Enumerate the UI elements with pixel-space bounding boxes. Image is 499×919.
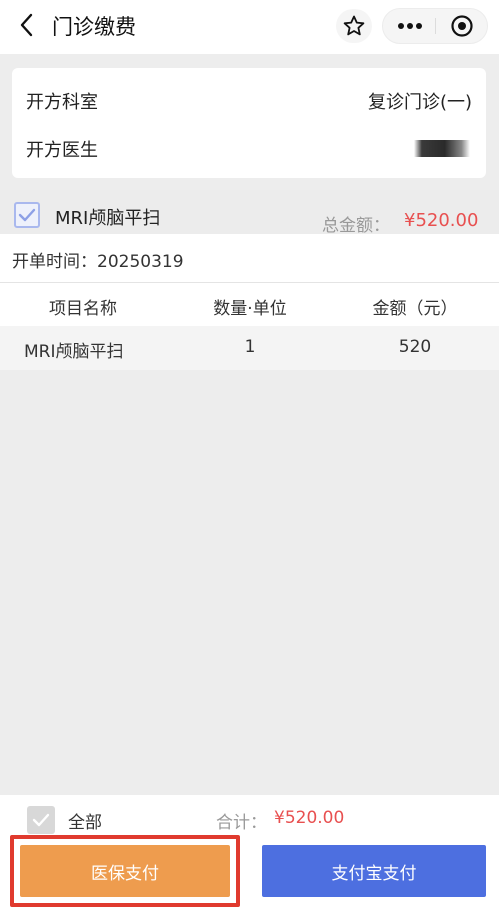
doctor-label: 开方医生	[26, 140, 98, 161]
order-time-label: 开单时间：	[12, 252, 97, 272]
more-icon[interactable]	[383, 9, 436, 43]
doctor-row: 开方医生	[12, 128, 486, 168]
back-icon[interactable]	[14, 10, 38, 40]
table-header: 项目名称 数量·单位 金额（元）	[0, 282, 499, 326]
alipay-pay-button[interactable]: 支付宝支付	[262, 845, 486, 897]
col-amount: 金额（元）	[372, 299, 458, 319]
select-all-checkbox[interactable]	[27, 806, 55, 834]
col-item-name: 项目名称	[49, 299, 117, 319]
order-time-value: 20250319	[97, 252, 184, 272]
sum-label: 合计：	[216, 813, 267, 833]
order-card: MRI颅脑平扫 总金额： ¥520.00 开单时间：20250319 项目名称 …	[0, 190, 499, 370]
order-checkbox[interactable]	[14, 202, 40, 228]
department-row: 开方科室 复诊门诊(一)	[12, 80, 486, 120]
order-time: 开单时间：20250319	[12, 247, 184, 272]
page-title: 门诊缴费	[52, 15, 136, 39]
row-item-name: MRI颅脑平扫	[24, 342, 124, 362]
target-icon[interactable]	[436, 9, 488, 43]
total-value: ¥520.00	[404, 210, 479, 231]
order-header[interactable]: MRI颅脑平扫 总金额： ¥520.00	[0, 190, 499, 236]
department-value: 复诊门诊(一)	[367, 92, 472, 113]
row-quantity: 1	[244, 337, 256, 357]
check-icon	[32, 813, 50, 827]
mini-program-capsule	[382, 8, 488, 44]
total-label: 总金额：	[322, 216, 390, 236]
highlight-box	[10, 835, 240, 907]
row-amount: 520	[398, 337, 432, 357]
doctor-name-redacted	[414, 140, 470, 157]
prescription-info-card: 开方科室 复诊门诊(一) 开方医生	[12, 68, 486, 178]
star-icon[interactable]	[336, 9, 372, 43]
sum-value: ¥520.00	[274, 808, 345, 828]
select-all-label: 全部	[68, 813, 102, 833]
payment-footer: 全部 合计： ¥520.00 医保支付 支付宝支付	[0, 795, 499, 919]
table-row: MRI颅脑平扫 1 520	[0, 326, 499, 370]
check-icon	[18, 208, 36, 222]
department-label: 开方科室	[26, 92, 98, 113]
col-quantity-unit: 数量·单位	[213, 299, 287, 319]
nav-bar: 门诊缴费	[0, 0, 499, 54]
order-name: MRI颅脑平扫	[55, 208, 161, 229]
